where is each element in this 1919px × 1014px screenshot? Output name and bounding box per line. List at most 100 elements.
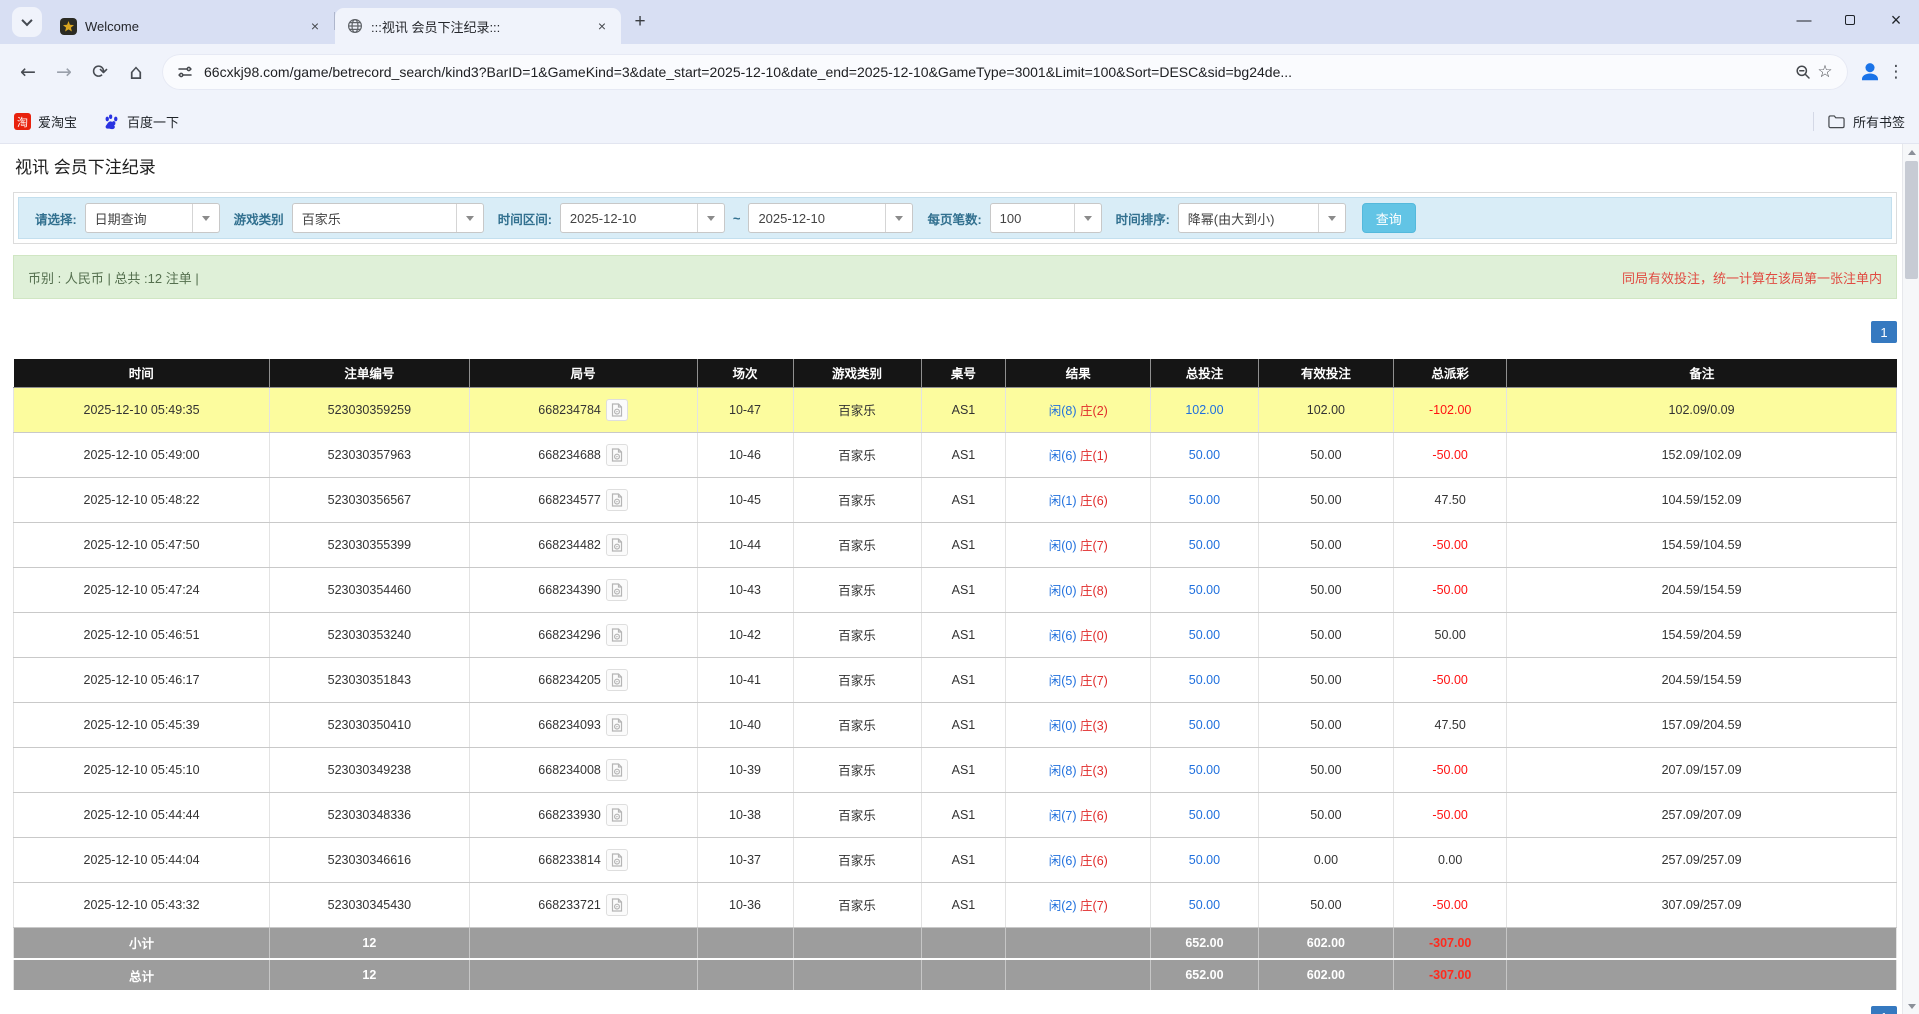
- address-bar[interactable]: 66cxkj98.com/game/betrecord_search/kind3…: [162, 54, 1848, 90]
- replay-icon[interactable]: [606, 669, 628, 691]
- cell-valid_bet: 0.00: [1258, 837, 1394, 882]
- menu-kebab-icon[interactable]: ⋮: [1883, 57, 1909, 87]
- cell-valid_bet: 50.00: [1258, 567, 1394, 612]
- date-end-dropdown[interactable]: 2025-12-10: [748, 203, 913, 233]
- cell-valid_bet: 102.00: [1258, 387, 1394, 432]
- cell-bet_id: 523030351843: [270, 657, 470, 702]
- subtotal-row: 小计12652.00602.00-307.00: [14, 927, 1897, 959]
- footer-cell-total_bet: 652.00: [1151, 959, 1258, 991]
- dropdown-arrow-icon[interactable]: [456, 204, 483, 232]
- cell-table_no: AS1: [921, 657, 1006, 702]
- forward-button[interactable]: →: [46, 54, 82, 90]
- folder-icon: [1828, 114, 1845, 129]
- cell-table_no: AS1: [921, 387, 1006, 432]
- profile-avatar[interactable]: [1856, 59, 1883, 86]
- back-button[interactable]: ←: [10, 54, 46, 90]
- baidu-paw-icon: [103, 113, 120, 130]
- globe-icon: [347, 18, 363, 34]
- dropdown-arrow-icon[interactable]: [192, 204, 219, 232]
- zoom-icon[interactable]: [1792, 61, 1814, 83]
- col-header-game: 游戏类别: [793, 359, 921, 387]
- sort-dropdown[interactable]: 降幂(由大到小): [1178, 203, 1346, 233]
- tab-welcome[interactable]: Welcome ×: [48, 8, 334, 44]
- summary-bar: 币别 : 人民币 | 总共 :12 注单 | 同局有效投注，统一计算在该局第一张…: [13, 255, 1897, 299]
- cell-result: 闲(8) 庄(2): [1006, 387, 1151, 432]
- replay-icon[interactable]: [606, 759, 628, 781]
- footer-cell-bet_id: 12: [270, 927, 470, 959]
- page-size-dropdown[interactable]: 100: [990, 203, 1102, 233]
- footer-cell-game: [793, 927, 921, 959]
- bookmark-star-icon[interactable]: ☆: [1814, 61, 1836, 83]
- footer-cell-table_no: [921, 959, 1006, 991]
- round-id: 668234093: [538, 718, 601, 732]
- result-player: 闲(7): [1049, 809, 1077, 823]
- cell-result: 闲(0) 庄(3): [1006, 702, 1151, 747]
- all-bookmarks-button[interactable]: 所有书签: [1813, 112, 1905, 131]
- cell-table_no: AS1: [921, 612, 1006, 657]
- bookmarks-bar: 淘 爱淘宝 百度一下 所有书签: [0, 100, 1919, 144]
- query-type-dropdown[interactable]: 日期查询: [85, 203, 220, 233]
- cell-payout: 47.50: [1394, 477, 1507, 522]
- replay-icon[interactable]: [606, 894, 628, 916]
- close-icon[interactable]: ×: [306, 17, 324, 35]
- cell-bet_id: 523030346616: [270, 837, 470, 882]
- dropdown-arrow-icon[interactable]: [697, 204, 724, 232]
- cell-bet_id: 523030349238: [270, 747, 470, 792]
- replay-icon[interactable]: [606, 489, 628, 511]
- query-button[interactable]: 查询: [1362, 203, 1416, 233]
- dropdown-arrow-icon[interactable]: [1318, 204, 1345, 232]
- close-icon[interactable]: ×: [593, 17, 611, 35]
- home-button[interactable]: ⌂: [118, 54, 154, 90]
- tab-bet-records[interactable]: :::视讯 会员下注纪录::: ×: [335, 8, 621, 44]
- cell-time: 2025-12-10 05:47:50: [14, 522, 270, 567]
- cell-round_id: 668234784: [469, 387, 697, 432]
- footer-cell-session: [697, 927, 793, 959]
- cell-remark: 204.59/154.59: [1507, 567, 1897, 612]
- replay-icon[interactable]: [606, 804, 628, 826]
- table-row: 2025-12-10 05:45:10523030349238668234008…: [14, 747, 1897, 792]
- cell-valid_bet: 50.00: [1258, 792, 1394, 837]
- replay-icon[interactable]: [606, 444, 628, 466]
- replay-icon[interactable]: [606, 399, 628, 421]
- col-header-round_id: 局号: [469, 359, 697, 387]
- bookmark-baidu[interactable]: 百度一下: [103, 112, 179, 131]
- tab-search-button[interactable]: [12, 7, 42, 37]
- dropdown-arrow-icon[interactable]: [885, 204, 912, 232]
- replay-icon[interactable]: [606, 579, 628, 601]
- cell-time: 2025-12-10 05:46:51: [14, 612, 270, 657]
- dropdown-arrow-icon[interactable]: [1074, 204, 1101, 232]
- cell-bet_id: 523030353240: [270, 612, 470, 657]
- minimize-button[interactable]: —: [1781, 0, 1827, 40]
- new-tab-button[interactable]: +: [625, 7, 655, 37]
- table-row: 2025-12-10 05:43:32523030345430668233721…: [14, 882, 1897, 927]
- maximize-button[interactable]: [1827, 0, 1873, 40]
- page-scrollbar[interactable]: [1902, 144, 1919, 1014]
- scrollbar-thumb[interactable]: [1905, 161, 1918, 279]
- url-text[interactable]: 66cxkj98.com/game/betrecord_search/kind3…: [204, 64, 1784, 80]
- result-banker: 庄(7): [1080, 899, 1108, 913]
- game-type-dropdown[interactable]: 百家乐: [292, 203, 484, 233]
- cell-round_id: 668234688: [469, 432, 697, 477]
- cell-game: 百家乐: [793, 432, 921, 477]
- replay-icon[interactable]: [606, 849, 628, 871]
- round-id: 668233930: [538, 808, 601, 822]
- scroll-up-icon[interactable]: [1903, 144, 1919, 160]
- result-player: 闲(8): [1049, 764, 1077, 778]
- replay-icon[interactable]: [606, 714, 628, 736]
- cell-result: 闲(5) 庄(7): [1006, 657, 1151, 702]
- cell-result: 闲(6) 庄(0): [1006, 612, 1151, 657]
- cell-valid_bet: 50.00: [1258, 477, 1394, 522]
- site-info-icon[interactable]: [174, 61, 196, 83]
- page-number-button[interactable]: 1: [1871, 321, 1897, 343]
- table-row: 2025-12-10 05:46:51523030353240668234296…: [14, 612, 1897, 657]
- cell-table_no: AS1: [921, 477, 1006, 522]
- replay-icon[interactable]: [606, 534, 628, 556]
- replay-icon[interactable]: [606, 624, 628, 646]
- close-window-button[interactable]: ×: [1873, 0, 1919, 40]
- page-title: 视讯 会员下注纪录: [15, 156, 1897, 179]
- bookmark-taobao[interactable]: 淘 爱淘宝: [14, 112, 77, 131]
- round-id: 668234008: [538, 763, 601, 777]
- refresh-button[interactable]: ⟳: [82, 54, 118, 90]
- page-number-button[interactable]: 1: [1871, 1006, 1897, 1014]
- date-start-dropdown[interactable]: 2025-12-10: [560, 203, 725, 233]
